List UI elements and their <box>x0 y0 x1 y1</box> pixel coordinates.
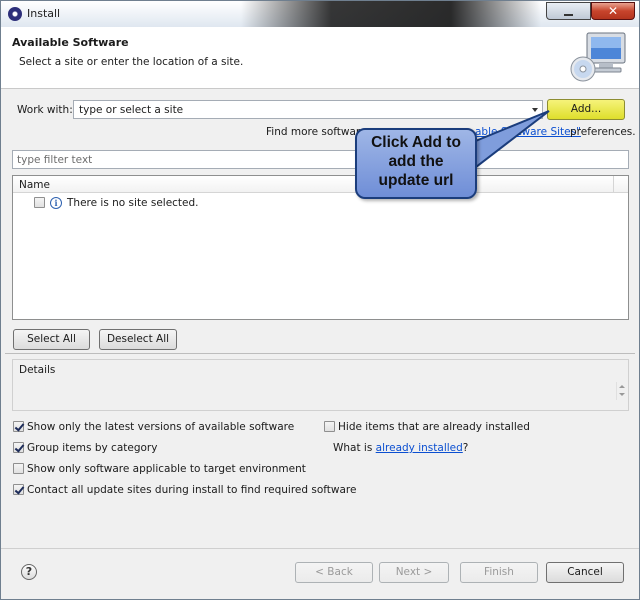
already-installed-link[interactable]: already installed <box>376 442 463 454</box>
callout-line-1: Click Add to <box>371 134 461 151</box>
computer-cd-icon <box>570 32 626 82</box>
minimize-button[interactable] <box>546 2 591 20</box>
deselect-all-button[interactable]: Deselect All <box>99 329 177 350</box>
close-button[interactable]: ✕ <box>591 2 635 20</box>
applicable-target-label: Show only software applicable to target … <box>27 463 306 475</box>
footer-separator <box>1 548 639 549</box>
add-button[interactable]: Add... <box>547 99 625 120</box>
filter-input[interactable]: type filter text <box>12 150 629 169</box>
applicable-target-checkbox[interactable] <box>13 463 24 474</box>
work-with-label: Work with: <box>17 104 73 116</box>
what-is-suffix: ? <box>462 442 469 454</box>
select-all-button[interactable]: Select All <box>13 329 90 350</box>
callout-line-3: update url <box>378 172 454 189</box>
title-bar-shade <box>241 1 541 27</box>
back-button[interactable]: < Back <box>295 562 373 583</box>
what-is-text: What is already installed? <box>333 442 468 454</box>
install-window: Install ✕ Available Software Select a si… <box>0 0 640 600</box>
filter-placeholder: type filter text <box>17 154 93 166</box>
column-separator <box>613 176 614 193</box>
what-is-prefix: What is <box>333 442 373 454</box>
hide-installed-label: Hide items that are already installed <box>338 421 530 433</box>
contact-sites-label: Contact all update sites during install … <box>27 484 357 496</box>
preferences-text: preferences. <box>570 126 636 138</box>
details-scrollbar[interactable] <box>616 382 626 400</box>
page-description: Select a site or enter the location of a… <box>19 56 244 68</box>
eclipse-icon <box>8 7 22 21</box>
work-with-combo[interactable]: type or select a site <box>73 100 543 119</box>
cancel-button[interactable]: Cancel <box>546 562 624 583</box>
next-button[interactable]: Next > <box>379 562 449 583</box>
group-by-category-label: Group items by category <box>27 442 158 454</box>
tree-row-label: There is no site selected. <box>67 197 199 209</box>
callout-bubble: Click Add to add the update url <box>355 128 477 199</box>
latest-versions-label: Show only the latest versions of availab… <box>27 421 295 433</box>
column-header-name[interactable]: Name <box>19 179 50 191</box>
tree-row-checkbox[interactable] <box>34 197 45 208</box>
divider <box>5 353 635 354</box>
details-panel: Details <box>12 359 629 411</box>
info-icon: i <box>50 197 62 209</box>
available-sites-link[interactable]: able Software Sites" <box>475 126 581 138</box>
finish-button[interactable]: Finish <box>460 562 538 583</box>
find-more-text: Find more software <box>266 126 367 138</box>
callout-line-2: add the <box>388 153 444 170</box>
work-with-value: type or select a site <box>79 104 184 116</box>
help-icon[interactable]: ? <box>21 564 37 580</box>
wizard-header: Available Software Select a site or ente… <box>1 27 639 89</box>
window-title: Install <box>27 7 61 20</box>
details-label: Details <box>19 364 56 376</box>
hide-installed-checkbox[interactable] <box>324 421 335 432</box>
title-bar: Install ✕ <box>1 1 639 27</box>
group-by-category-checkbox[interactable] <box>13 442 24 453</box>
latest-versions-checkbox[interactable] <box>13 421 24 432</box>
contact-sites-checkbox[interactable] <box>13 484 24 495</box>
tree-header: Name <box>13 176 628 193</box>
software-tree[interactable]: Name i There is no site selected. <box>12 175 629 320</box>
page-title: Available Software <box>12 36 129 49</box>
chevron-down-icon[interactable] <box>532 108 538 112</box>
